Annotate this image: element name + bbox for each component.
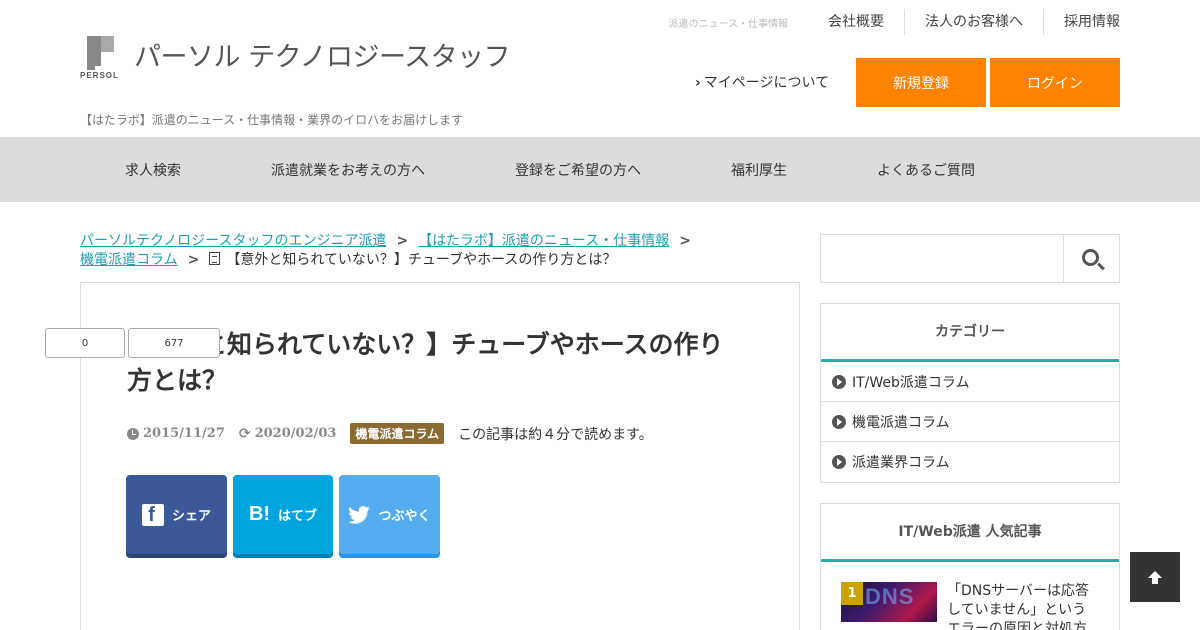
nav-item-considering[interactable]: 派遣就業をお考えの方へ: [271, 137, 425, 202]
category-item-label: 機電派遣コラム: [852, 414, 950, 431]
share-count-box: 677: [128, 328, 220, 358]
published-date: 2015/11/27: [127, 426, 225, 441]
arrow-circle-right-icon: [832, 374, 846, 389]
hatena-bookmark-icon: B!: [248, 503, 271, 525]
category-badge[interactable]: 機電派遣コラム: [350, 423, 445, 444]
updated-date: 2020/02/03: [254, 426, 337, 441]
published-date-value: 2015/11/27: [143, 426, 225, 441]
search-icon: [1081, 248, 1099, 266]
top-link-company[interactable]: 会社概要: [808, 9, 904, 35]
facebook-share-button[interactable]: f シェア: [126, 475, 227, 554]
login-button[interactable]: ログイン: [990, 58, 1120, 107]
top-small-text: 派遣のニュース・仕事情報: [668, 18, 789, 30]
breadcrumb-link-category[interactable]: 機電派遣コラム: [80, 252, 178, 268]
register-button[interactable]: 新規登録: [856, 58, 986, 107]
top-link-corporate[interactable]: 法人のお客様へ: [904, 9, 1043, 35]
share-count-box: 0: [45, 328, 125, 358]
category-item-label: IT/Web派遣コラム: [852, 374, 970, 391]
article-thumbnail: DNS 1: [841, 582, 937, 622]
breadcrumb: パーソルテクノロジースタッフのエンジニア派遣 > 【はたラボ】派遣のニュース・仕事情…: [80, 232, 800, 270]
facebook-share-label: シェア: [171, 509, 211, 524]
logo-wordmark: PERSOL: [80, 71, 119, 80]
category-widget: カテゴリー IT/Web派遣コラム 機電派遣コラム 派遣業界コラム: [820, 303, 1120, 483]
logo-text: パーソル テクノロジースタッフ: [134, 42, 511, 73]
category-item-label: 派遣業界コラム: [852, 455, 950, 471]
top-links: 派遣のニュース・仕事情報 会社概要 法人のお客様へ 採用情報: [668, 8, 1120, 36]
top-link-recruit[interactable]: 採用情報: [1043, 9, 1120, 35]
document-icon: [209, 252, 221, 265]
nav-item-job-search[interactable]: 求人検索: [125, 137, 181, 202]
hatena-bookmark-button[interactable]: B! はてブ: [233, 475, 333, 554]
category-widget-title: カテゴリー: [821, 304, 1119, 362]
mypage-label: マイページについて: [703, 75, 830, 91]
nav-item-registration[interactable]: 登録をご希望の方へ: [515, 137, 641, 202]
twitter-bird-icon: [348, 505, 371, 524]
global-nav: 求人検索 派遣就業をお考えの方へ 登録をご希望の方へ 福利厚生 よくあるご質問: [0, 137, 1200, 202]
read-time: この記事は約４分で読めます。: [458, 426, 653, 443]
chevron-right-icon: >: [679, 233, 691, 249]
breadcrumb-link-home[interactable]: パーソルテクノロジースタッフのエンジニア派遣: [80, 233, 386, 249]
article-meta: 2015/11/27 ⟳ 2020/02/03 機電派遣コラム この記事は約４分…: [127, 423, 653, 444]
popular-widget: IT/Web派遣 人気記事 DNS 1 「DNSサーバーは応答していません」とい…: [820, 503, 1120, 630]
breadcrumb-link-hatalabo[interactable]: 【はたラボ】派遣のニュース・仕事情報: [418, 233, 669, 249]
site-tagline: 【はたラボ】派遣のニュース・仕事情報・業界のイロハをお届けします: [80, 113, 464, 127]
chevron-right-icon: >: [396, 233, 409, 249]
site-header: PERSOL パーソル テクノロジースタッフ 【はたラボ】派遣のニュース・仕事情…: [0, 0, 1200, 137]
category-item-industry[interactable]: 派遣業界コラム: [821, 442, 1119, 482]
arrow-circle-right-icon: [832, 414, 846, 429]
twitter-share-label: つぶやく: [378, 509, 431, 524]
mypage-link[interactable]: › マイページについて: [695, 72, 829, 92]
rank-badge: 1: [841, 582, 863, 605]
site-logo[interactable]: PERSOL パーソル テクノロジースタッフ: [80, 34, 511, 82]
facebook-icon: f: [141, 503, 164, 526]
chevron-right-icon: ›: [695, 75, 701, 91]
nav-item-faq[interactable]: よくあるご質問: [877, 137, 975, 202]
search-button[interactable]: [1063, 235, 1119, 282]
category-item-it-web[interactable]: IT/Web派遣コラム: [821, 362, 1119, 402]
search-input[interactable]: [821, 235, 1063, 282]
clock-icon: [127, 427, 139, 440]
breadcrumb-current: 【意外と知られていない？】チューブやホースの作り方とは？: [226, 252, 617, 268]
sidebar-search: [820, 234, 1120, 283]
arrow-up-icon: [1148, 570, 1162, 584]
refresh-icon: ⟳: [238, 425, 251, 442]
back-to-top-button[interactable]: [1130, 552, 1180, 602]
hatena-share-label: はてブ: [278, 509, 318, 524]
chevron-right-icon: >: [187, 252, 200, 268]
popular-widget-title: IT/Web派遣 人気記事: [821, 504, 1119, 562]
popular-article-title: 「DNSサーバーは応答していません」というエラーの原因と対処方: [947, 583, 1089, 630]
arrow-circle-right-icon: [832, 455, 846, 469]
twitter-share-button[interactable]: つぶやく: [339, 475, 440, 554]
article-title: 【意外と知られていない？】チューブやホースの作り方とは？: [127, 330, 724, 395]
thumbnail-text: DNS: [865, 584, 915, 609]
persol-logo-icon: PERSOL: [80, 34, 122, 82]
nav-item-welfare[interactable]: 福利厚生: [731, 137, 787, 202]
category-item-kiden[interactable]: 機電派遣コラム: [821, 402, 1119, 442]
